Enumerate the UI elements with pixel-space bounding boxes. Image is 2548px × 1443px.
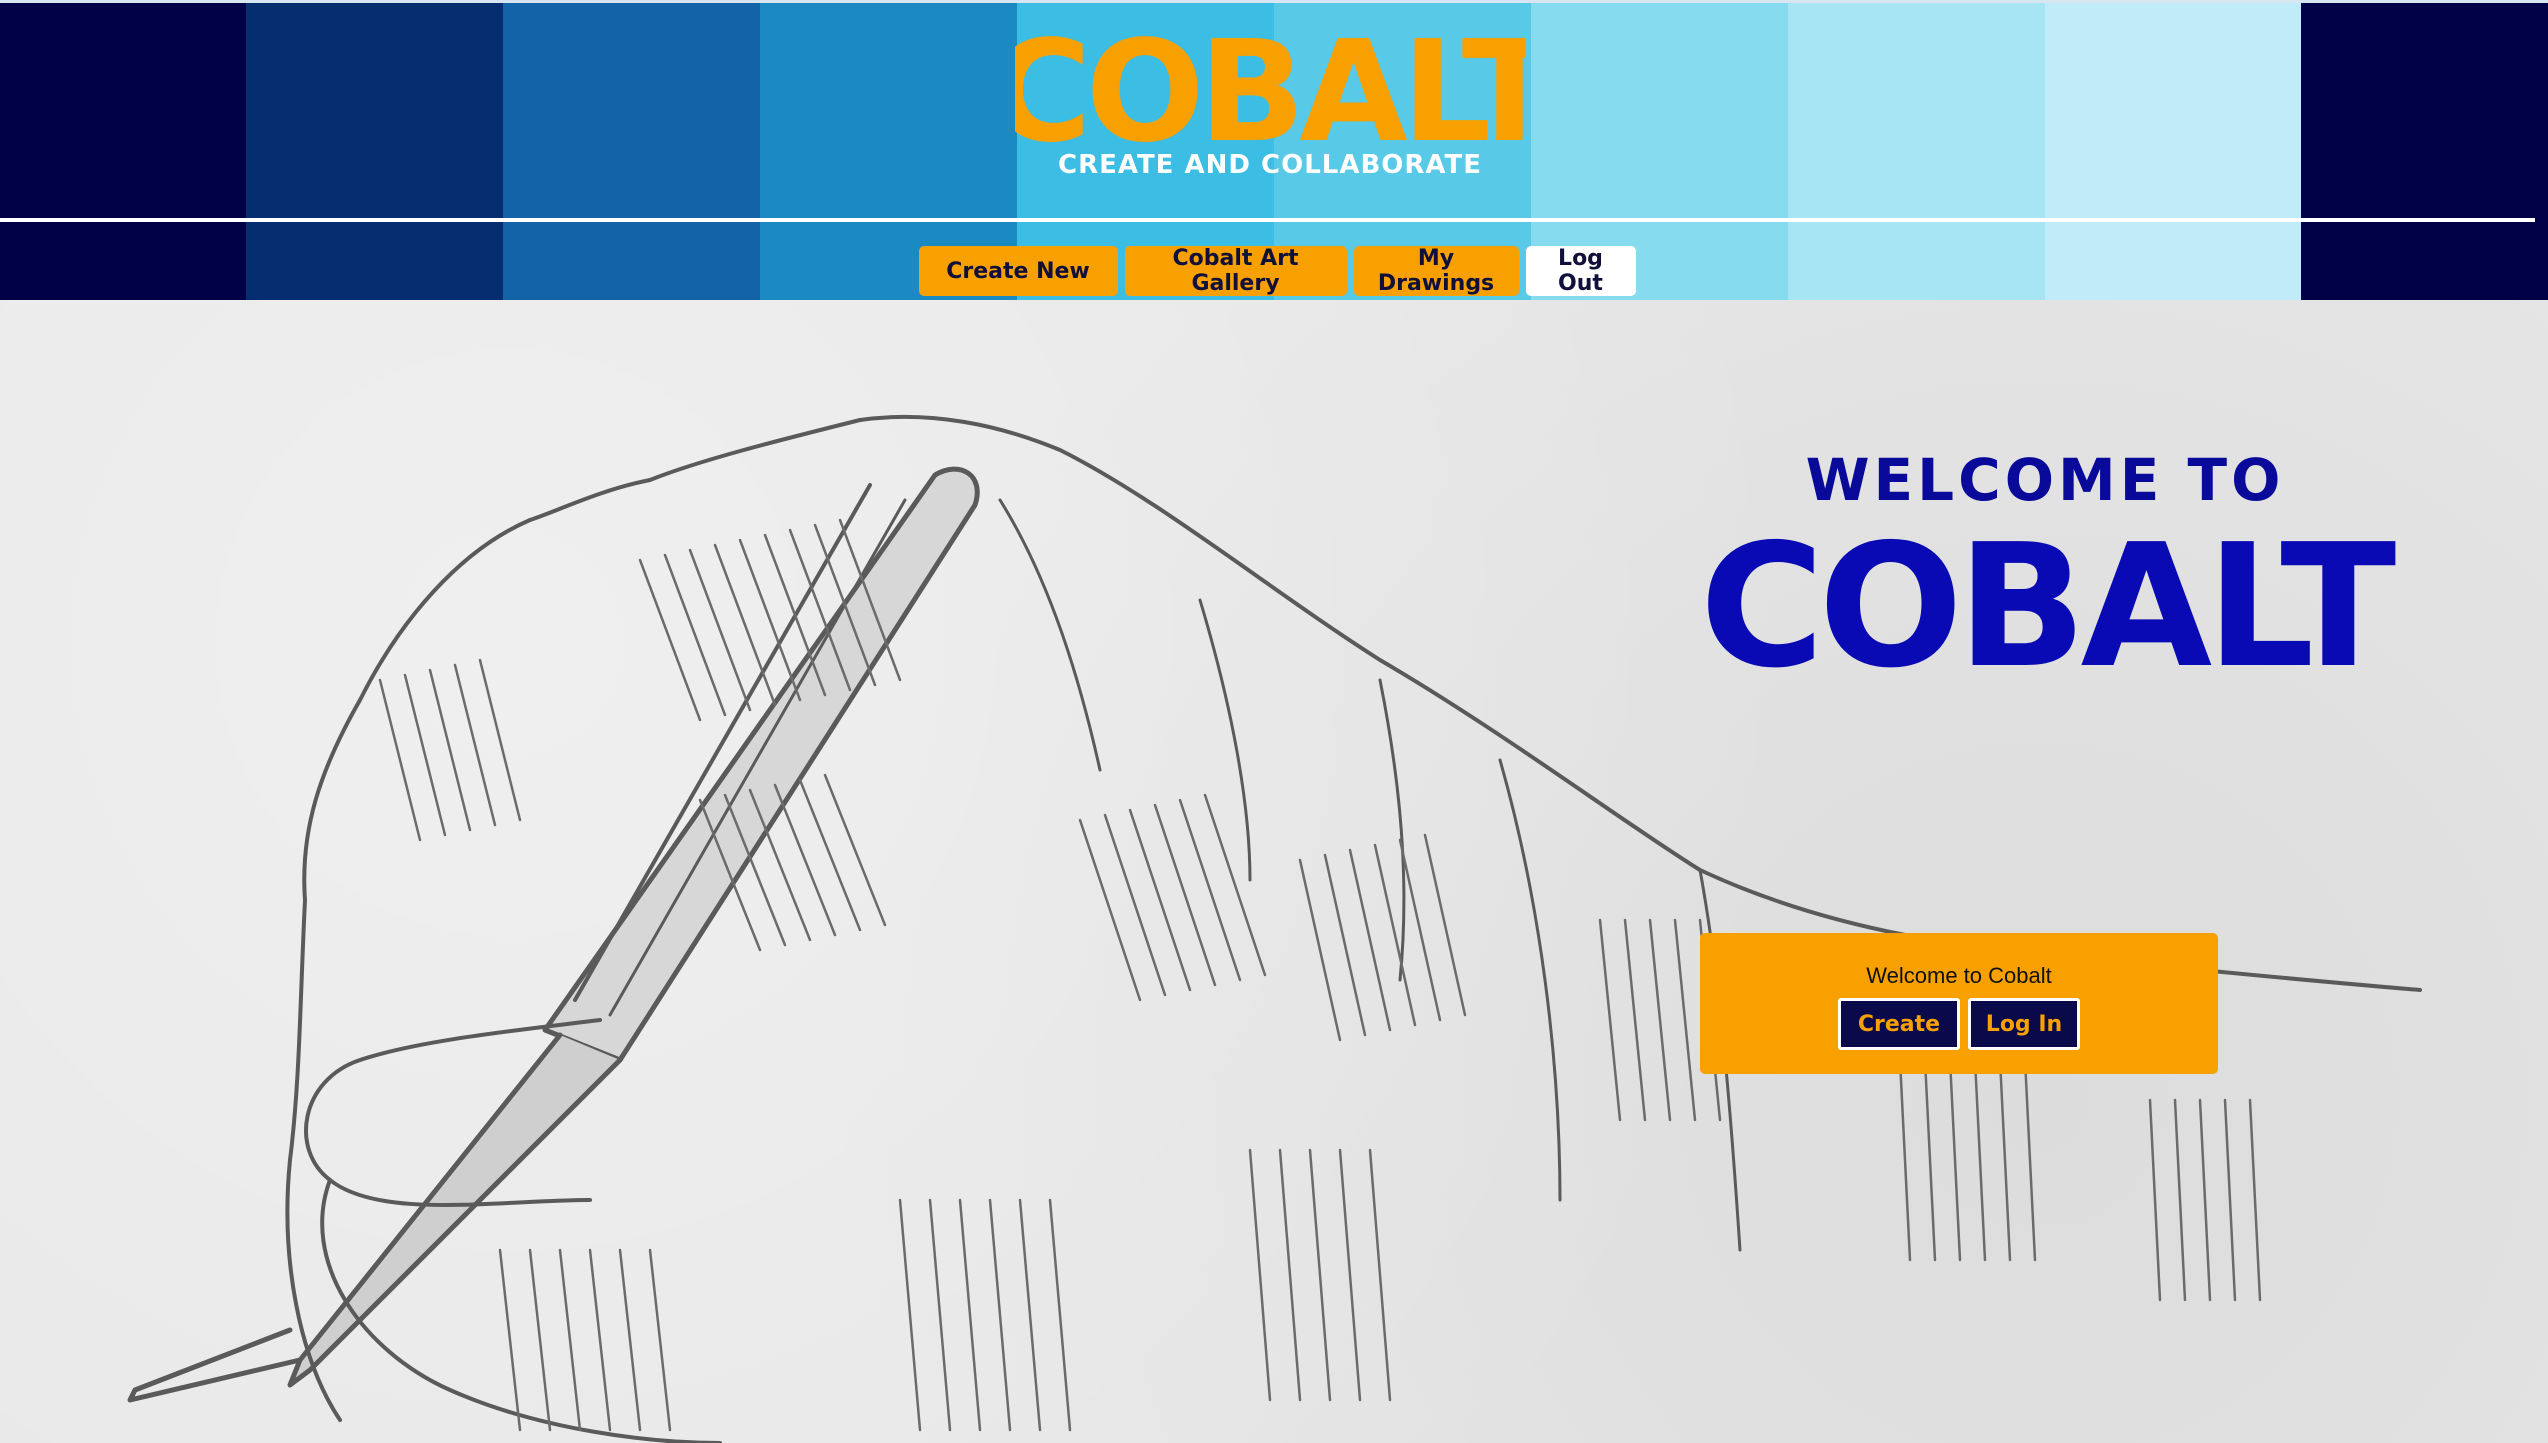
nav-my-drawings-button[interactable]: My Drawings — [1353, 246, 1519, 296]
header-top-line — [0, 0, 2548, 3]
nav-gallery-button[interactable]: Cobalt Art Gallery — [1124, 246, 1347, 296]
header-divider — [0, 218, 2535, 222]
welcome-card: Welcome to Cobalt Create Log In — [1700, 933, 2218, 1074]
page: COBALT CREATE AND COLLABORATE Create New… — [0, 0, 2548, 1443]
nav-create-new-button[interactable]: Create New — [918, 246, 1118, 296]
welcome-line1: WELCOME TO — [1806, 446, 2285, 514]
brand-tagline: CREATE AND COLLABORATE — [1057, 150, 1482, 180]
site-header: COBALT CREATE AND COLLABORATE Create New… — [0, 0, 2548, 300]
main-nav: Create New Cobalt Art Gallery My Drawing… — [0, 246, 2548, 296]
hero-section: WELCOME TO COBALT Welcome to Cobalt Crea… — [0, 300, 2548, 1443]
welcome-title-logo: WELCOME TO COBALT — [1700, 446, 2400, 700]
log-in-button[interactable]: Log In — [1968, 998, 2080, 1050]
welcome-line2: COBALT — [1700, 508, 2396, 700]
nav-logout-button[interactable]: Log Out — [1525, 246, 1636, 296]
create-button[interactable]: Create — [1838, 998, 1960, 1050]
welcome-card-text: Welcome to Cobalt — [1866, 963, 2052, 988]
welcome-card-actions: Create Log In — [1700, 998, 2218, 1050]
